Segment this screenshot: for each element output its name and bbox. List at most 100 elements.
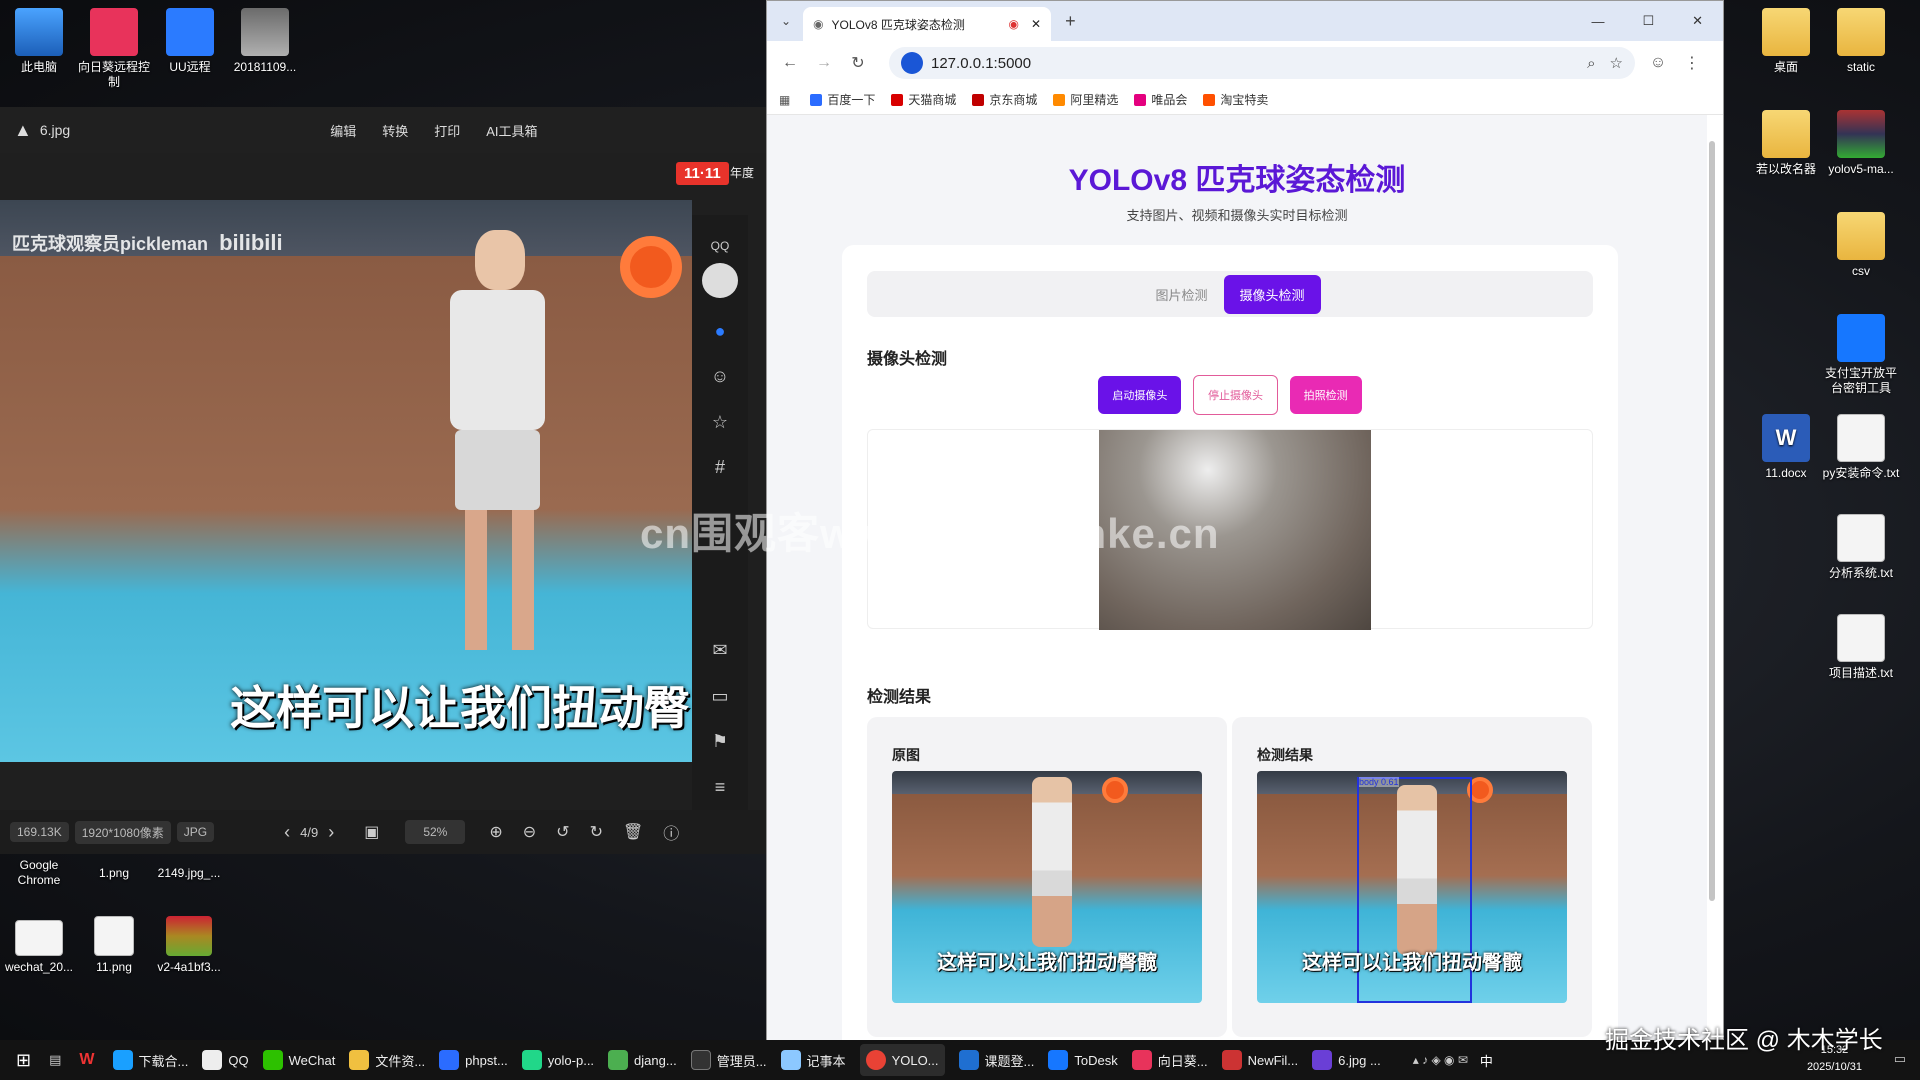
bookmark-vip[interactable]: 唯品会 <box>1134 91 1187 108</box>
fit-icon[interactable]: ▣ <box>364 822 379 842</box>
taskbar-item[interactable]: 记事本 <box>780 1050 846 1070</box>
hashtag-icon[interactable]: # <box>707 455 733 481</box>
recording-icon: ◉ <box>1008 17 1019 31</box>
start-icon[interactable]: ⊞ <box>16 1050 31 1071</box>
browser-tab[interactable]: ◉ YOLOv8 匹克球姿态检测 ◉ ✕ <box>803 7 1052 41</box>
avatar[interactable] <box>702 263 738 299</box>
prev-icon[interactable]: ‹ <box>284 822 290 843</box>
desktop-icon-txt[interactable]: 分析系统.txt <box>1822 514 1900 581</box>
reload-icon[interactable]: ↻ <box>845 53 871 73</box>
info-icon[interactable]: ⓘ <box>663 820 679 844</box>
wps-icon[interactable]: W <box>79 1051 94 1069</box>
desktop-icon-file[interactable]: v2-4a1bf3... <box>150 916 228 975</box>
start-camera-button[interactable]: 启动摄像头 <box>1098 376 1182 414</box>
task-view-icon[interactable]: ▤ <box>49 1052 61 1068</box>
taskbar-item[interactable]: 课题登... <box>958 1050 1034 1070</box>
profile-icon[interactable]: ☺ <box>1645 54 1671 72</box>
zoom-select[interactable]: 52% <box>405 820 466 844</box>
notification-icon[interactable]: ▭ <box>1894 1051 1906 1067</box>
mail-icon[interactable]: ✉ <box>707 638 733 664</box>
bookmark-star-icon[interactable]: ☆ <box>1610 54 1623 72</box>
taskbar-item[interactable]: 下载合... <box>112 1050 188 1070</box>
minimize-icon[interactable]: — <box>1591 14 1604 29</box>
rotate-right-icon[interactable]: ↻ <box>590 822 603 842</box>
desktop-icon-file[interactable]: 1.png <box>75 866 153 881</box>
maximize-icon[interactable]: ☐ <box>1642 13 1654 29</box>
taskbar-item[interactable]: ToDesk <box>1048 1050 1118 1070</box>
bookmark-jd[interactable]: 京东商城 <box>972 91 1037 108</box>
bookmark-tmall[interactable]: 天猫商城 <box>891 91 956 108</box>
star-icon[interactable]: ☆ <box>707 409 733 435</box>
convert-menu[interactable]: 转换 <box>382 121 408 140</box>
results-section-title: 检测结果 <box>867 689 932 706</box>
taskbar-item[interactable]: NewFil... <box>1221 1050 1298 1070</box>
tray-icons[interactable]: ▴ ♪ ◈ ◉ ✉ <box>1413 1053 1468 1067</box>
desktop-icon-folder[interactable]: static <box>1822 8 1900 75</box>
zoom-icon[interactable]: ⌕ <box>1587 55 1595 72</box>
desktop-icon-txt[interactable]: 项目描述.txt <box>1822 614 1900 681</box>
taskbar-item-active[interactable]: YOLO... <box>859 1044 945 1076</box>
menu-icon[interactable]: ≡ <box>707 775 733 801</box>
desktop-icon-txt[interactable]: py安装命令.txt <box>1822 414 1900 481</box>
taskbar-item[interactable]: WeChat <box>262 1050 335 1070</box>
desktop-icon-app[interactable]: 支付宝开放平台密钥工具 <box>1822 314 1900 396</box>
desktop-icon-docx[interactable]: W 11.docx <box>1747 414 1825 481</box>
bookmark-ali[interactable]: 阿里精选 <box>1053 91 1118 108</box>
desktop-icon-photo[interactable]: 20181109... <box>226 8 304 75</box>
zoom-in-icon[interactable]: ⊕ <box>489 822 502 842</box>
desktop-icon-folder[interactable]: 桌面 <box>1747 8 1825 75</box>
page-scrollbar[interactable] <box>1707 121 1717 1021</box>
ai-toolbox-button[interactable]: AI工具箱 <box>486 121 537 140</box>
taskbar-item[interactable]: 6.jpg ... <box>1312 1050 1381 1070</box>
bookmark-baidu[interactable]: 百度一下 <box>810 91 875 108</box>
taskbar-item[interactable]: QQ <box>202 1050 249 1070</box>
desktop-icon-this-pc[interactable]: 此电脑 <box>0 8 78 75</box>
delete-icon[interactable]: 🗑 <box>623 822 643 842</box>
site-info-icon[interactable] <box>901 52 923 74</box>
ime-indicator[interactable]: 中 <box>1480 1051 1493 1070</box>
edit-menu[interactable]: 编辑 <box>330 121 356 140</box>
desktop-icon-folder[interactable]: csv <box>1822 212 1900 279</box>
stop-camera-button[interactable]: 停止摄像头 <box>1193 375 1278 415</box>
desktop-icon-file[interactable]: wechat_20... <box>0 920 78 975</box>
desktop-icon-folder[interactable]: 若以改名器 <box>1747 110 1825 177</box>
rotate-left-icon[interactable]: ↺ <box>556 822 569 842</box>
close-icon[interactable]: ✕ <box>1692 13 1703 29</box>
desktop-icon-archive[interactable]: yolov5-ma... <box>1822 110 1900 177</box>
desktop-icon-uu[interactable]: UU远程 <box>151 8 229 75</box>
print-button[interactable]: 打印 <box>434 121 460 140</box>
desktop-icon-sunflower[interactable]: 向日葵远程控制 <box>75 8 153 90</box>
taskbar-item[interactable]: phpst... <box>439 1050 508 1070</box>
bookmark-taobao[interactable]: 淘宝特卖 <box>1203 91 1268 108</box>
tab-image-detect[interactable]: 图片检测 <box>1139 275 1223 314</box>
promo-tag: 年度 <box>730 166 755 180</box>
taskbar-item[interactable]: 管理员... <box>690 1050 767 1070</box>
folder-icon[interactable]: ▭ <box>707 683 733 709</box>
taskbar-item[interactable]: 文件资... <box>349 1050 425 1070</box>
back-icon[interactable]: ← <box>777 54 803 72</box>
next-icon[interactable]: › <box>328 822 334 843</box>
taskbar-item[interactable]: djang... <box>608 1050 677 1070</box>
folder-icon <box>1762 8 1810 56</box>
desktop-icon-chrome[interactable]: Google Chrome <box>0 858 78 888</box>
wechat-icon <box>262 1050 283 1070</box>
taskbar-item[interactable]: yolo-p... <box>521 1050 594 1070</box>
taskbar-item[interactable]: 向日葵... <box>1131 1050 1208 1070</box>
chat-icon[interactable]: ● <box>707 318 733 344</box>
contacts-icon[interactable]: ☺ <box>707 364 733 390</box>
desktop-icon-file[interactable]: 11.png <box>75 916 153 975</box>
tab-search-icon[interactable]: ⌄ <box>781 14 791 28</box>
url-field[interactable]: 127.0.0.1:5000 ⌕ ☆ <box>889 47 1635 79</box>
tab-close-icon[interactable]: ✕ <box>1031 17 1041 31</box>
zoom-out-icon[interactable]: ⊖ <box>523 822 536 842</box>
ali-icon <box>1053 93 1066 106</box>
desktop-icon-file[interactable]: 2149.jpg_... <box>150 866 228 881</box>
tab-camera-detect[interactable]: 摄像头检测 <box>1223 274 1321 314</box>
new-tab-icon[interactable]: + <box>1065 11 1076 32</box>
forward-icon[interactable]: → <box>811 54 837 72</box>
snapshot-detect-button[interactable]: 拍照检测 <box>1289 376 1362 414</box>
apps-icon[interactable]: ▦ <box>779 93 790 107</box>
promo-badge[interactable]: 11·11 <box>676 162 729 185</box>
bookmark-icon[interactable]: ⚑ <box>707 729 733 755</box>
more-icon[interactable]: ⋮ <box>1679 53 1705 73</box>
